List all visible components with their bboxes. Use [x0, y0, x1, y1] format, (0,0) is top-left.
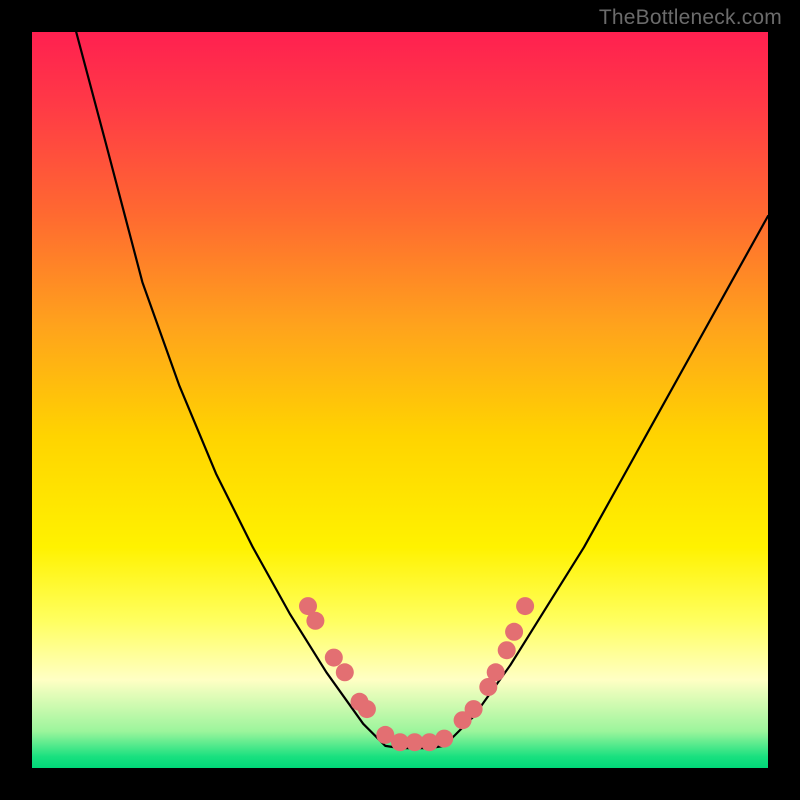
bottleneck-chart [32, 32, 768, 768]
benchmark-point [358, 700, 376, 718]
benchmark-point [505, 623, 523, 641]
outer-frame: TheBottleneck.com [0, 0, 800, 800]
watermark-text: TheBottleneck.com [599, 6, 782, 30]
benchmark-point [336, 663, 354, 681]
benchmark-point [516, 597, 534, 615]
benchmark-point [465, 700, 483, 718]
chart-background [32, 32, 768, 768]
benchmark-point [487, 663, 505, 681]
benchmark-point [498, 641, 516, 659]
benchmark-point [306, 612, 324, 630]
benchmark-point [435, 730, 453, 748]
plot-area [32, 32, 768, 768]
benchmark-point [325, 649, 343, 667]
